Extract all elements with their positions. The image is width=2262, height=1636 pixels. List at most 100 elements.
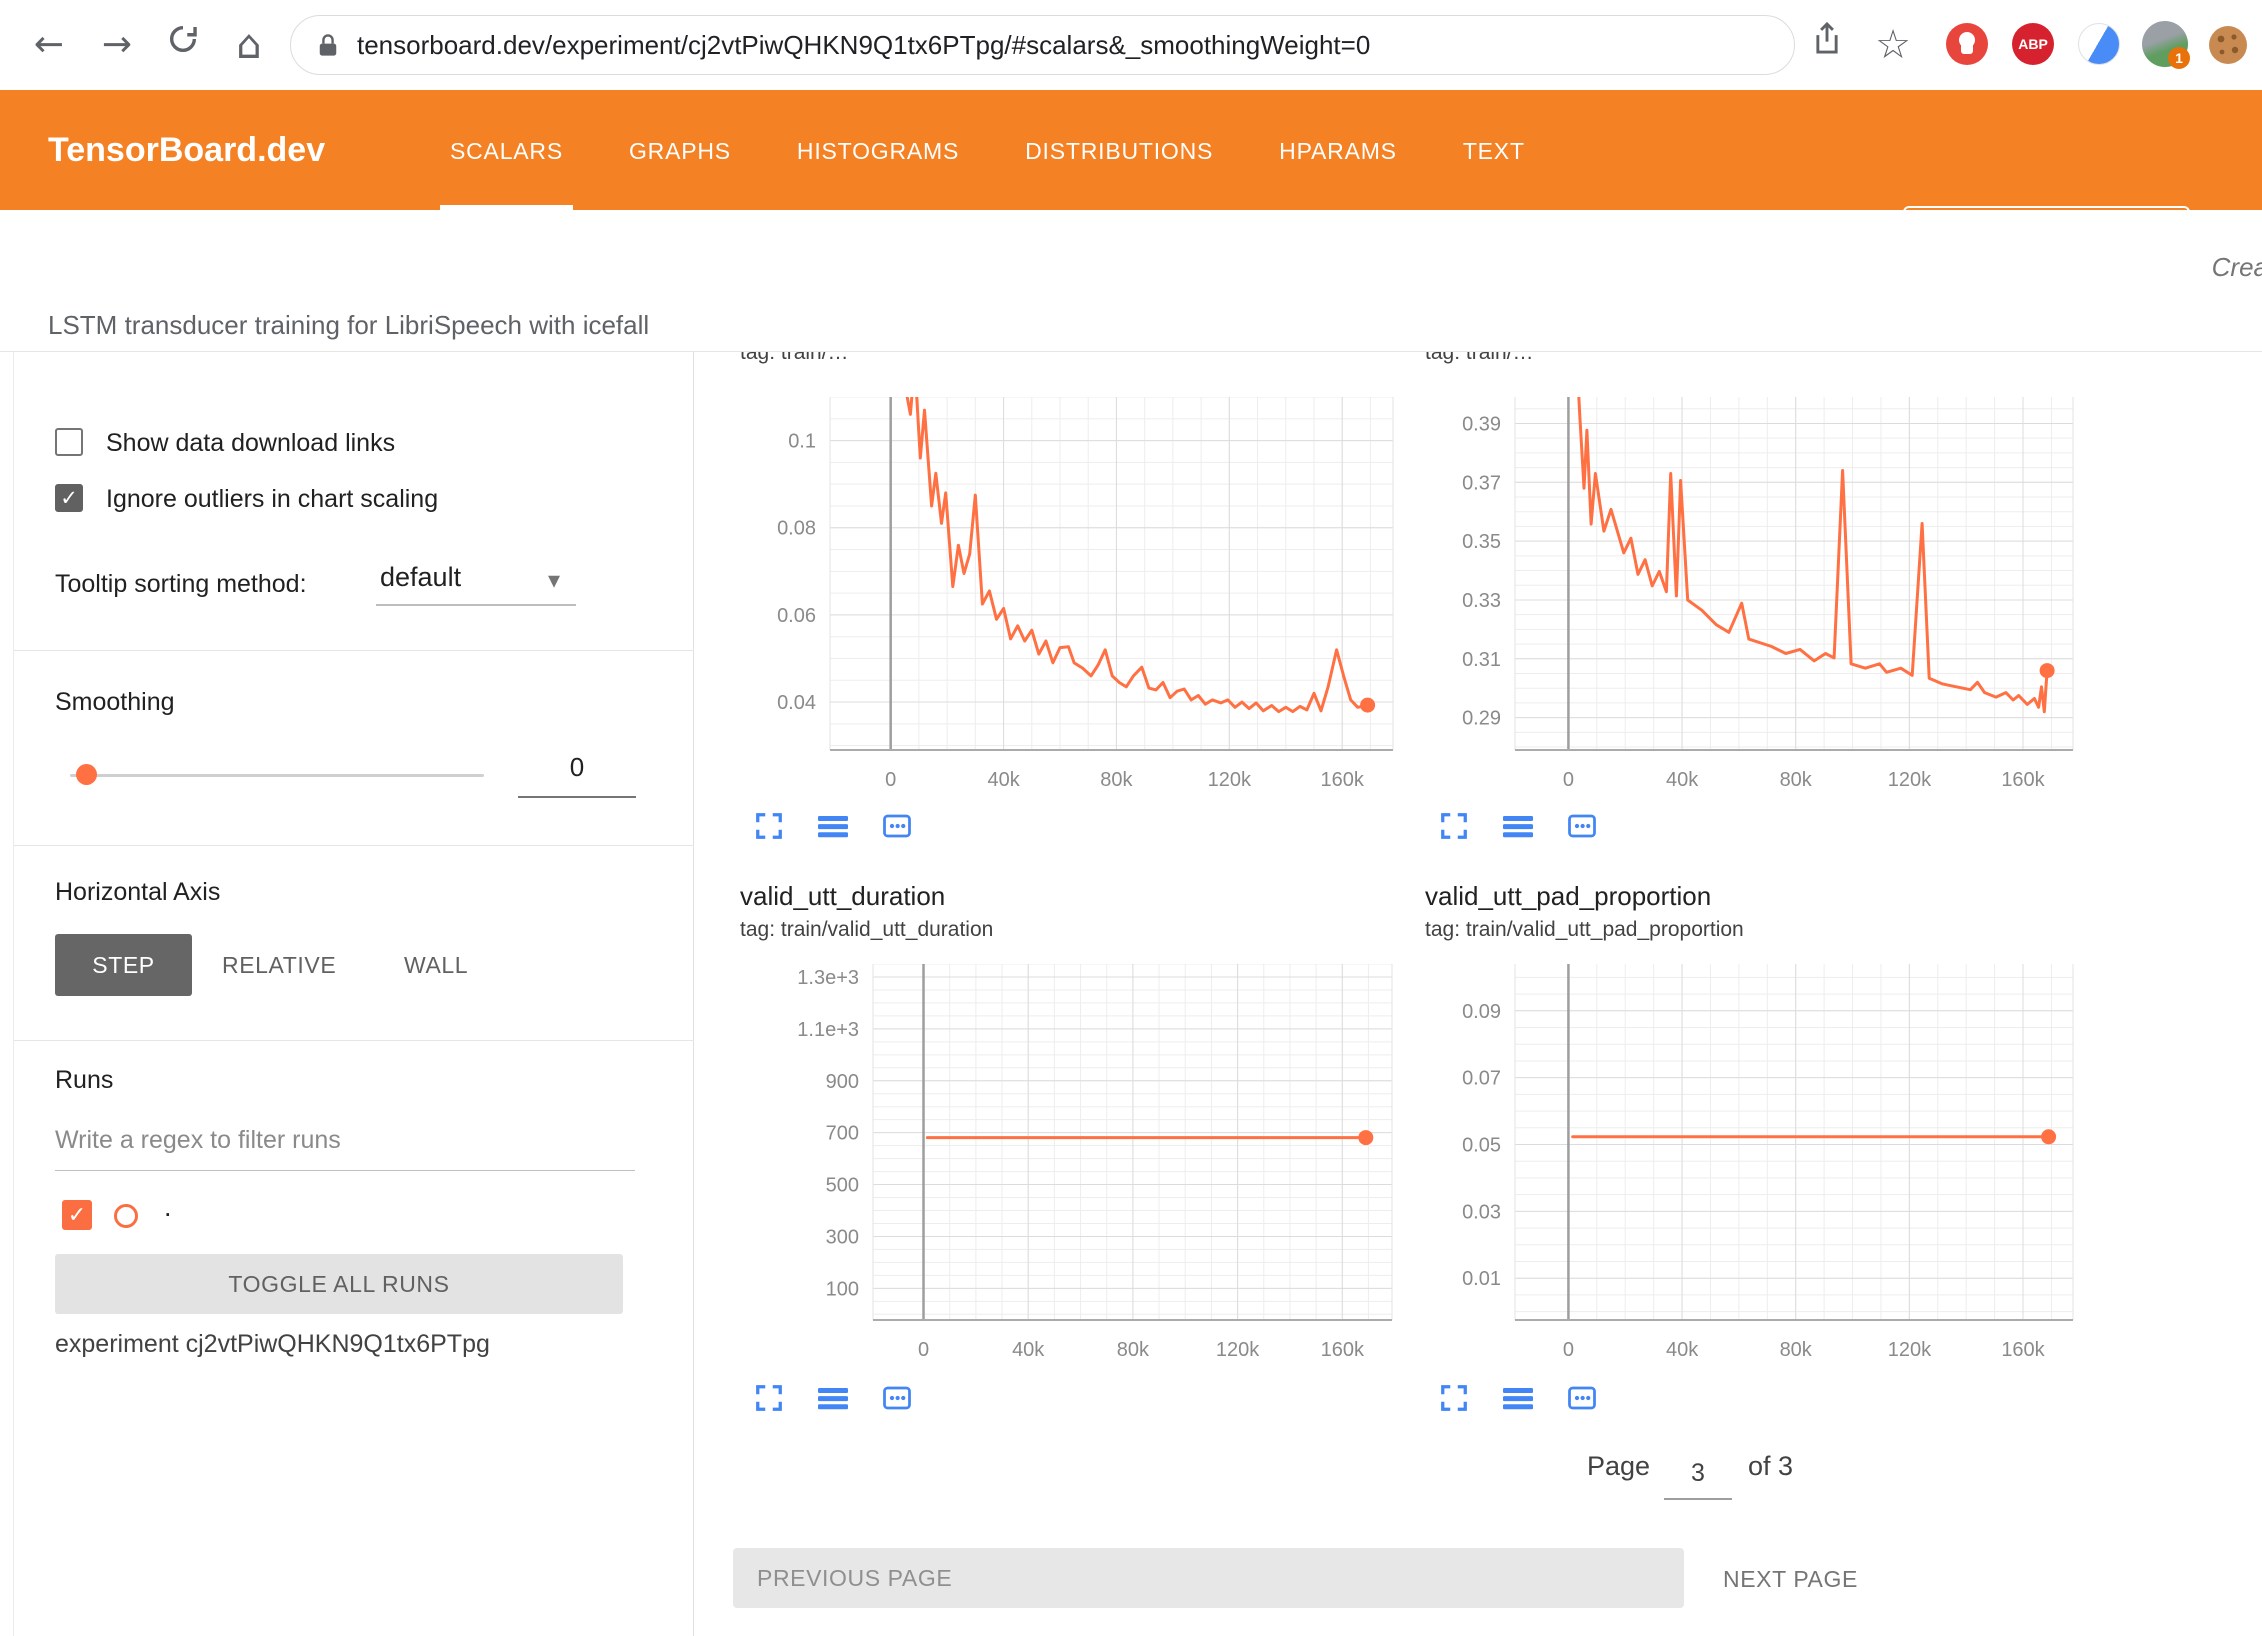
next-page-button[interactable]: NEXT PAGE [1717, 1548, 1864, 1608]
fullscreen-icon[interactable] [752, 810, 786, 844]
horizontal-lines-icon[interactable] [1501, 1382, 1535, 1416]
tab-scalars[interactable]: SCALARS [440, 90, 573, 210]
chevron-down-icon[interactable]: ▾ [548, 566, 560, 595]
runs-label: Runs [55, 1066, 113, 1095]
svg-text:0.07: 0.07 [1462, 1068, 1501, 1090]
chart-toolbar [752, 1382, 914, 1416]
tab-histograms[interactable]: HISTOGRAMS [787, 90, 969, 210]
smoothing-value-input[interactable]: 0 [518, 752, 636, 783]
created-text: Crea [2212, 252, 2262, 283]
smoothing-slider[interactable] [70, 774, 484, 777]
page-label: Page [1587, 1451, 1650, 1482]
scalar-chart-2[interactable]: 0.290.310.330.350.370.39040k80k120k160k [1425, 397, 2083, 800]
axis-wall-button[interactable]: WALL [392, 934, 480, 996]
tab-graphs[interactable]: GRAPHS [619, 90, 741, 210]
bookmark-star-icon[interactable]: ☆ [1868, 18, 1918, 72]
extension-abp-icon[interactable]: ABP [2012, 23, 2054, 65]
share-icon[interactable] [1802, 18, 1852, 72]
app-header: TensorBoard.dev SCALARS GRAPHS HISTOGRAM… [0, 90, 2262, 210]
divider [55, 1170, 635, 1171]
svg-text:0: 0 [885, 769, 896, 791]
divider [376, 604, 576, 606]
svg-text:0: 0 [918, 1339, 929, 1361]
svg-text:500: 500 [826, 1175, 859, 1197]
svg-text:0.31: 0.31 [1462, 649, 1501, 671]
tab-text[interactable]: TEXT [1453, 90, 1535, 210]
svg-text:0.03: 0.03 [1462, 1201, 1501, 1223]
runs-filter-input[interactable]: Write a regex to filter runs [55, 1126, 341, 1155]
horizontal-lines-icon[interactable] [816, 1382, 850, 1416]
svg-text:0.35: 0.35 [1462, 531, 1501, 553]
fullscreen-icon[interactable] [1437, 1382, 1471, 1416]
ignore-outliers-checkbox[interactable]: ✓ [55, 484, 83, 512]
extension-blue-icon[interactable] [2078, 23, 2120, 65]
avatar-badge: 1 [2168, 47, 2190, 69]
home-icon[interactable]: ⌂ [224, 18, 274, 72]
horizontal-lines-icon[interactable] [816, 810, 850, 844]
svg-text:0.33: 0.33 [1462, 590, 1501, 612]
svg-text:40k: 40k [987, 769, 1020, 791]
axis-relative-button[interactable]: RELATIVE [210, 934, 348, 996]
run-name: . [164, 1192, 172, 1223]
show-download-label: Show data download links [106, 429, 395, 458]
axis-step-button[interactable]: STEP [55, 934, 192, 996]
fit-domain-icon[interactable] [1565, 1382, 1599, 1416]
previous-page-button[interactable]: PREVIOUS PAGE [733, 1548, 1684, 1608]
svg-text:0.06: 0.06 [777, 605, 816, 627]
run-color-swatch[interactable] [114, 1204, 138, 1228]
tab-distributions[interactable]: DISTRIBUTIONS [1015, 90, 1223, 210]
svg-text:0.29: 0.29 [1462, 708, 1501, 730]
profile-avatar[interactable]: 1 [2142, 21, 2188, 67]
horizontal-lines-icon[interactable] [1501, 810, 1535, 844]
cookie-icon[interactable] [2208, 25, 2248, 65]
svg-text:0.04: 0.04 [777, 692, 816, 714]
tooltip-sort-select[interactable]: default [380, 562, 461, 593]
svg-text:160k: 160k [1321, 1339, 1365, 1361]
address-bar[interactable]: tensorboard.dev/experiment/cj2vtPiwQHKN9… [290, 15, 1795, 75]
fit-domain-icon[interactable] [880, 1382, 914, 1416]
tab-hparams[interactable]: HPARAMS [1269, 90, 1407, 210]
screen: ← → ⌂ tensorboard.dev/experiment/cj2vtPi… [0, 0, 2262, 1636]
svg-text:100: 100 [826, 1278, 859, 1300]
fullscreen-icon[interactable] [752, 1382, 786, 1416]
abp-label: ABP [2018, 36, 2048, 52]
divider [518, 796, 636, 798]
svg-text:120k: 120k [1888, 1339, 1932, 1361]
chart-title: valid_utt_duration [740, 881, 945, 912]
fullscreen-icon[interactable] [1437, 810, 1471, 844]
svg-text:160k: 160k [1321, 769, 1365, 791]
show-download-checkbox[interactable] [55, 428, 83, 456]
extension-adblock-icon[interactable] [1946, 23, 1988, 65]
svg-text:80k: 80k [1780, 769, 1813, 791]
svg-text:0: 0 [1563, 769, 1574, 791]
run-checkbox[interactable]: ✓ [62, 1200, 92, 1230]
scalar-chart-1[interactable]: 0.040.060.080.1040k80k120k160k [740, 397, 1403, 800]
check-icon: ✓ [68, 1202, 86, 1228]
svg-text:0: 0 [1563, 1339, 1574, 1361]
main-nav: SCALARS GRAPHS HISTOGRAMS DISTRIBUTIONS … [440, 90, 1535, 210]
svg-text:80k: 80k [1117, 1339, 1150, 1361]
svg-text:80k: 80k [1780, 1339, 1813, 1361]
toggle-all-runs-button[interactable]: TOGGLE ALL RUNS [55, 1254, 623, 1314]
scalar-chart-valid-utt-duration[interactable]: 1003005007009001.1e+31.3e+3040k80k120k16… [740, 964, 1402, 1370]
forward-icon[interactable]: → [92, 18, 142, 72]
fit-domain-icon[interactable] [1565, 810, 1599, 844]
scalar-chart-valid-utt-pad-proportion[interactable]: 0.010.030.050.070.09040k80k120k160k [1425, 964, 2083, 1370]
svg-text:300: 300 [826, 1226, 859, 1248]
svg-text:40k: 40k [1666, 769, 1699, 791]
browser-toolbar: ← → ⌂ tensorboard.dev/experiment/cj2vtPi… [0, 0, 2262, 90]
svg-text:1.1e+3: 1.1e+3 [797, 1019, 859, 1041]
page-input[interactable]: 3 [1664, 1459, 1732, 1488]
send-feedback-button[interactable]: SEND FEEDBACK [1903, 206, 2190, 268]
smoothing-slider-thumb[interactable] [76, 764, 97, 785]
svg-text:1.3e+3: 1.3e+3 [797, 967, 859, 989]
svg-text:0.08: 0.08 [777, 518, 816, 540]
reload-icon[interactable] [158, 18, 208, 72]
chart-toolbar [752, 810, 914, 844]
chart-tag: tag: train/valid_utt_duration [740, 918, 993, 942]
back-icon[interactable]: ← [24, 18, 74, 72]
svg-text:160k: 160k [2001, 1339, 2045, 1361]
fit-domain-icon[interactable] [880, 810, 914, 844]
tooltip-sort-label: Tooltip sorting method: [55, 570, 307, 599]
check-icon: ✓ [60, 486, 78, 511]
